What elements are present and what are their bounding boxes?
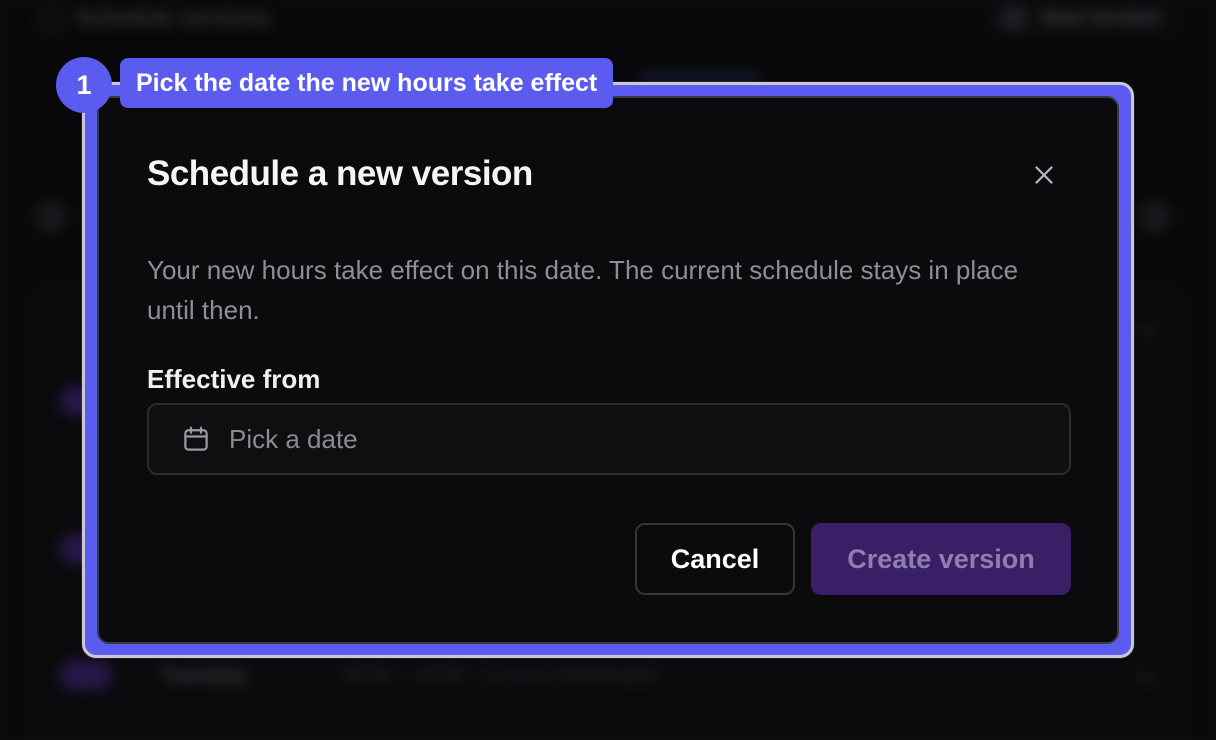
screen: Schedule versions New version Tuesday 09… xyxy=(0,0,1216,740)
create-version-button[interactable]: Create version xyxy=(811,523,1071,595)
dialog-title: Schedule a new version xyxy=(147,154,533,193)
cancel-button[interactable]: Cancel xyxy=(635,523,795,595)
close-button[interactable] xyxy=(1031,162,1057,188)
schedule-version-dialog: Schedule a new version Your new hours ta… xyxy=(97,96,1119,644)
step-number-badge: 1 xyxy=(56,57,112,113)
date-picker-input[interactable]: Pick a date xyxy=(147,403,1071,475)
close-icon xyxy=(1035,166,1053,184)
effective-from-label: Effective from xyxy=(147,364,321,394)
calendar-icon xyxy=(184,426,208,451)
step-instruction-label: Pick the date the new hours take effect xyxy=(120,58,614,108)
dialog-description: Your new hours take effect on this date.… xyxy=(147,255,1019,325)
date-placeholder: Pick a date xyxy=(229,423,358,454)
